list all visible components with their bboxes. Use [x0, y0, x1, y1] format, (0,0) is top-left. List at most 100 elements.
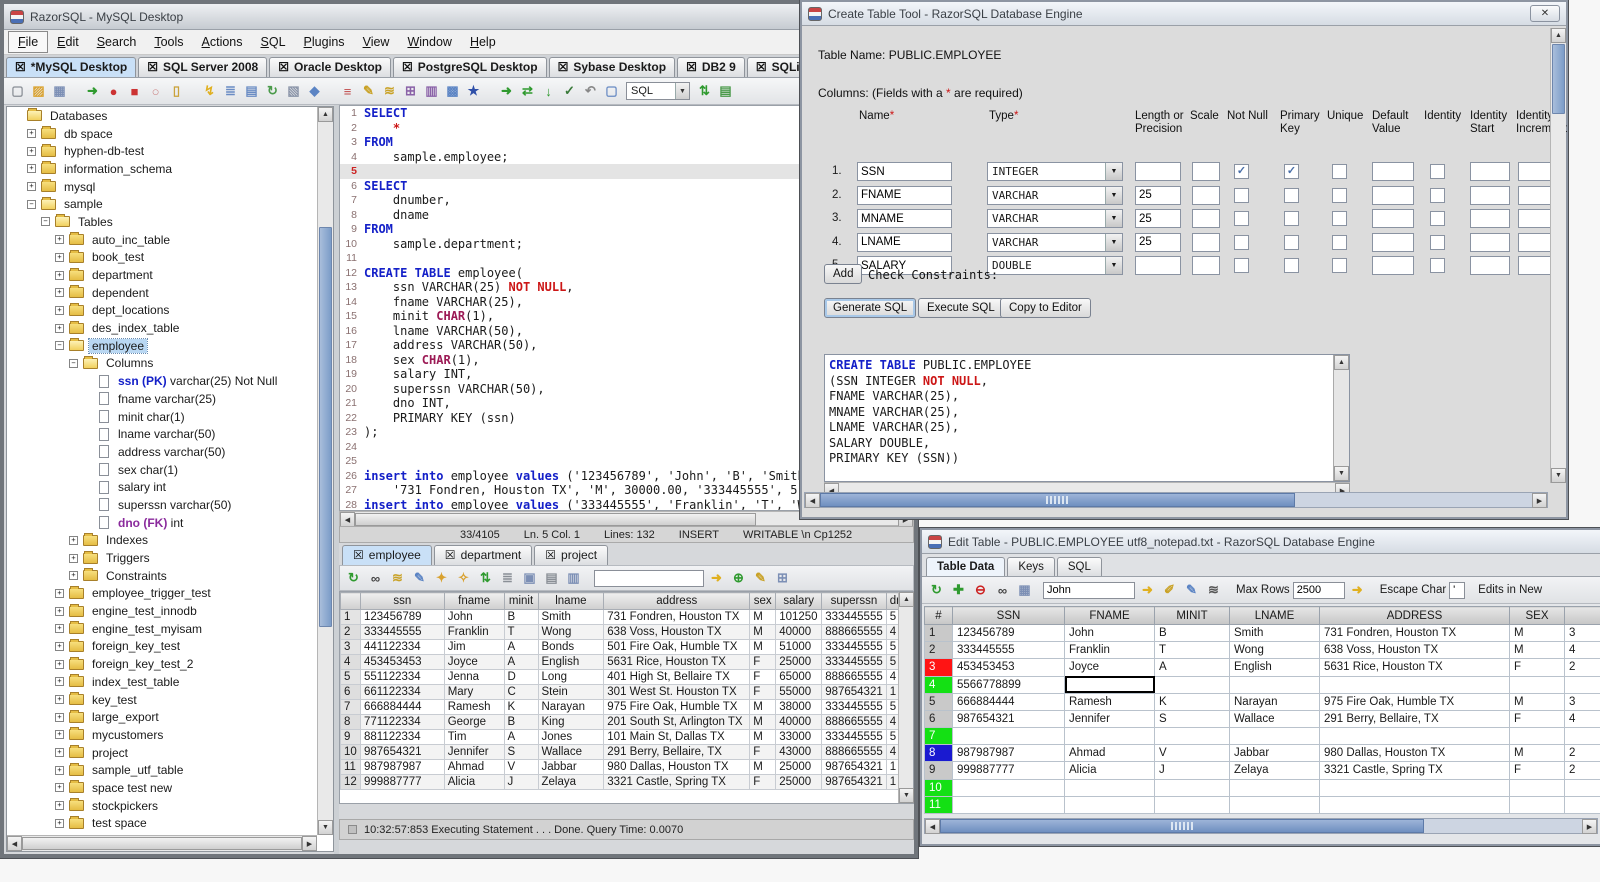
tree-vertical-scrollbar[interactable]: ▲ ▼ — [317, 107, 333, 835]
column-type-select[interactable]: VARCHAR ▼ — [987, 209, 1123, 228]
table-tools-icon[interactable]: ▩ — [443, 82, 462, 101]
result-cell[interactable]: B — [503, 714, 539, 730]
not-null-checkbox[interactable] — [1234, 187, 1249, 203]
chevron-down-icon[interactable]: ▼ — [675, 83, 689, 99]
result-cell[interactable]: 38000 — [775, 699, 823, 715]
edit-cell[interactable]: 291 Berry, Bellaire, TX — [1319, 709, 1510, 729]
row-header[interactable]: 4 — [924, 675, 953, 694]
primary-key-checkbox[interactable] — [1284, 234, 1299, 250]
result-cell[interactable]: 40000 — [775, 624, 823, 640]
edit-cell[interactable]: 666884444 — [952, 692, 1065, 711]
dialog-hscroll-thumb[interactable] — [820, 493, 1295, 507]
tree-item-project[interactable]: + project — [7, 744, 317, 762]
connection-tab-db2-9[interactable]: ☒ DB2 9 — [677, 57, 745, 77]
edit-cell[interactable]: 2 — [1564, 658, 1600, 677]
scroll-right-icon[interactable]: ▶ — [1532, 493, 1547, 508]
column-type-select[interactable]: VARCHAR ▼ — [987, 232, 1123, 252]
unique-checkbox[interactable] — [1332, 258, 1347, 273]
result-row-9[interactable]: 9 881122334 Tim A Jones 101 Main St, Dallas T… — [340, 729, 914, 745]
result-cell[interactable]: 638 Voss, Houston TX — [603, 624, 751, 640]
dialog-vertical-scrollbar[interactable]: ▲ ▼ — [1550, 28, 1566, 483]
close-tab-icon[interactable]: ☒ — [445, 549, 456, 561]
expand-icon[interactable]: + — [55, 730, 64, 740]
results-column-header[interactable]: address — [603, 592, 751, 610]
results-column-header[interactable]: superssn — [821, 592, 887, 610]
delete-row-icon[interactable]: ⊖ — [971, 581, 990, 600]
connection-tab-postgresql-desktop[interactable]: ☒ PostgreSQL Desktop — [393, 57, 547, 77]
result-cell[interactable]: J — [503, 774, 539, 790]
result-cell[interactable]: 999887777 — [359, 774, 445, 790]
append-icon[interactable]: ⊕ — [729, 569, 748, 588]
edit-column-header[interactable]: # — [924, 606, 953, 625]
unique-checkbox[interactable] — [1332, 164, 1347, 179]
results-column-header[interactable]: fname — [443, 592, 505, 610]
tree-item-lname-varchar-50-[interactable]: lname varchar(50) — [7, 425, 317, 443]
tree-item-space-test-new[interactable]: + space test new — [7, 779, 317, 797]
edit-connection-icon[interactable]: ○ — [146, 82, 165, 101]
menu-help[interactable]: Help — [461, 32, 505, 52]
execute-sql-button[interactable]: Execute SQL — [918, 298, 1004, 318]
expand-icon[interactable]: + — [55, 641, 64, 651]
result-cell[interactable]: 975 Fire Oak, Humble TX — [603, 699, 751, 715]
favorites-star-icon[interactable]: ★ — [464, 82, 483, 101]
dialog-horizontal-scrollbar[interactable]: ◀ ▶ — [804, 492, 1548, 508]
primary-key-checkbox[interactable] — [1284, 211, 1299, 226]
edit-cell[interactable] — [1154, 795, 1230, 815]
row-number[interactable]: 7 — [340, 699, 361, 715]
expand-icon[interactable]: + — [69, 535, 78, 545]
edit-cell[interactable] — [1064, 778, 1155, 797]
expand-icon[interactable]: + — [55, 659, 64, 669]
expand-icon[interactable]: + — [55, 252, 64, 262]
tree-item-information_schema[interactable]: + information_schema — [7, 160, 317, 178]
columns-icon[interactable]: ≣ — [498, 569, 517, 588]
tree-item-employee_trigger_test[interactable]: + employee_trigger_test — [7, 585, 317, 603]
results-tab-employee[interactable]: ☒ employee — [342, 545, 432, 565]
tree-item-address-varchar-50-[interactable]: address varchar(50) — [7, 443, 317, 461]
edit-cell[interactable]: 4 — [1564, 709, 1600, 729]
edit-cell[interactable] — [1564, 675, 1600, 694]
auto-commit-icon[interactable]: ⇅ — [695, 82, 714, 101]
expand-icon[interactable]: + — [55, 712, 64, 722]
tree-item-indexes[interactable]: + Indexes — [7, 532, 317, 550]
not-null-checkbox[interactable] — [1234, 258, 1249, 273]
expand-icon[interactable]: + — [55, 783, 64, 793]
result-cell[interactable]: 888665555 — [821, 624, 887, 640]
edit-cell[interactable]: 2 — [1564, 744, 1600, 763]
scroll-right-icon[interactable]: ▶ — [302, 836, 317, 851]
add-connection-icon[interactable]: ● — [104, 82, 123, 101]
result-cell[interactable]: 101250 — [775, 609, 823, 625]
dialog-scroll-thumb[interactable] — [1552, 44, 1565, 114]
result-cell[interactable]: A — [503, 729, 539, 745]
result-cell[interactable]: 980 Dallas, Houston TX — [603, 759, 751, 775]
row-header[interactable]: 3 — [924, 658, 953, 677]
row-number[interactable]: 2 — [340, 624, 361, 640]
primary-key-checkbox[interactable] — [1284, 258, 1299, 273]
row-header[interactable]: 2 — [924, 641, 953, 660]
refresh-results-icon[interactable]: ↻ — [344, 569, 363, 588]
default-value-input[interactable] — [1372, 256, 1414, 275]
edit-cell[interactable]: John — [1064, 623, 1155, 643]
result-row-6[interactable]: 6 661122334 Mary C Stein 301 West St. Houston… — [340, 684, 914, 700]
tree-item-employee[interactable]: − employee — [7, 337, 317, 355]
export-grid-icon[interactable]: ⊞ — [773, 569, 792, 588]
tree-item-auto_inc_table[interactable]: + auto_inc_table — [7, 231, 317, 249]
edit-column-header[interactable]: MINIT — [1154, 606, 1230, 625]
result-cell[interactable]: F — [749, 684, 777, 700]
row-header[interactable]: 5 — [924, 692, 953, 711]
result-cell[interactable]: Wallace — [537, 744, 605, 760]
check-syntax-icon[interactable]: ✓ — [560, 82, 579, 101]
scroll-up-icon[interactable]: ▲ — [318, 107, 333, 122]
expand-icon[interactable]: + — [69, 553, 78, 563]
result-cell[interactable]: 881122334 — [359, 729, 445, 745]
connect-icon[interactable]: ➜ — [83, 82, 102, 101]
result-cell[interactable]: 333445555 — [821, 729, 887, 745]
edit-cell[interactable]: 3321 Castle, Spring TX — [1319, 761, 1510, 780]
collapse-icon[interactable]: − — [41, 217, 50, 227]
identity-checkbox[interactable] — [1430, 187, 1445, 203]
edit-cell[interactable]: M — [1509, 692, 1565, 711]
scale-input[interactable] — [1192, 162, 1220, 181]
edit-cell[interactable]: T — [1154, 641, 1230, 660]
menu-actions[interactable]: Actions — [193, 32, 252, 52]
close-tab-icon[interactable]: ☒ — [278, 61, 289, 73]
unique-checkbox[interactable] — [1332, 211, 1347, 226]
